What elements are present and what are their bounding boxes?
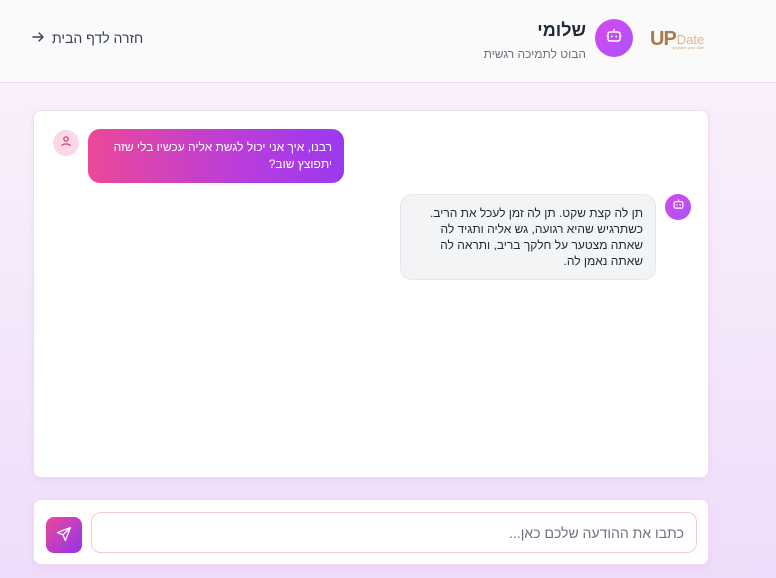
arrow-right-icon	[32, 31, 44, 45]
bot-message-bubble: תן לה קצת שקט. תן לה זמן לעכל את הריב. כ…	[400, 194, 656, 280]
send-icon	[56, 526, 72, 545]
bot-title-block: שלומי הבוט לתמיכה רגשית	[484, 18, 586, 62]
send-button[interactable]	[46, 517, 82, 553]
message-input[interactable]	[91, 512, 697, 553]
top-header: חזרה לדף הבית שלומי הבוט לתמיכה רגשית UP…	[0, 0, 776, 83]
user-icon	[60, 134, 72, 152]
bot-message-avatar	[665, 194, 691, 220]
message-composer	[33, 499, 709, 565]
brand-logo[interactable]: UP Date upgrade your date	[650, 26, 704, 50]
bot-name: שלומי	[537, 20, 586, 40]
logo-tagline: upgrade your date	[672, 45, 705, 50]
chat-panel: רבנו, איך אני יכול לגשת אליה עכשיו בלי ש…	[33, 110, 709, 478]
back-link-label: חזרה לדף הבית	[52, 30, 144, 46]
bot-avatar	[595, 19, 633, 57]
user-message-bubble: רבנו, איך אני יכול לגשת אליה עכשיו בלי ש…	[88, 129, 344, 183]
bot-subtitle: הבוט לתמיכה רגשית	[483, 47, 586, 61]
robot-icon	[605, 27, 623, 50]
back-to-home-link[interactable]: חזרה לדף הבית	[32, 29, 143, 47]
robot-icon	[672, 198, 685, 216]
user-avatar	[53, 130, 79, 156]
